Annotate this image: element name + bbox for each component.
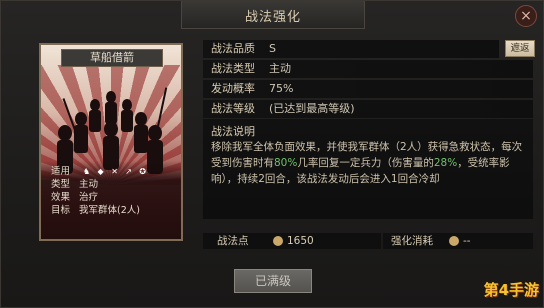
heal-ratio-value: 28% xyxy=(433,157,458,169)
description-box: 战法说明 移除我军全体负面效果，并使我军群体（2人）获得急救状态，每次受到伤害时… xyxy=(203,119,533,219)
watermark-logo: 第4手游 xyxy=(483,281,539,299)
shield-icon: ◆ xyxy=(97,167,104,176)
tactic-type-label: 战法类型 xyxy=(211,62,255,75)
tactic-type-value: 主动 xyxy=(269,62,291,75)
toggle-button[interactable]: 遮返 xyxy=(505,40,535,57)
trigger-chance-row: 发动概率 75% xyxy=(203,80,533,98)
tactic-level-label: 战法等级 xyxy=(211,102,255,115)
card-applies-row: 适用 ♞ ◆ ✕ ↗ ✪ xyxy=(51,163,149,177)
card-info-panel: 适用 ♞ ◆ ✕ ↗ ✪ 类型 主动 效果 治疗 目标 我军群体(2人) xyxy=(41,161,181,239)
tactic-type-row: 战法类型 主动 xyxy=(203,60,533,78)
quality-row: 战法品质 S xyxy=(203,40,499,58)
cavalry-icon: ♞ xyxy=(82,167,91,176)
maxed-level-button[interactable]: 已满级 xyxy=(234,269,312,293)
upgrade-cost-label: 强化消耗 xyxy=(391,235,433,247)
title-bar: 战法强化 xyxy=(181,1,365,29)
applies-label: 适用 xyxy=(51,166,71,177)
description-text: 移除我军全体负面效果，并使我军群体（2人）获得急救状态，每次受到伤害时有80%几… xyxy=(211,139,527,187)
tactic-points-value: 1650 xyxy=(287,235,314,247)
spear-icon: ↗ xyxy=(125,167,132,176)
card-target-row: 目标 我军群体(2人) xyxy=(51,202,140,216)
tactic-level-row: 战法等级 (已达到最高等级) xyxy=(203,100,533,118)
description-part-2: 几率回复一定兵力（伤害量的 xyxy=(297,157,434,169)
card-title: 草船借箭 xyxy=(61,49,163,67)
quality-label: 战法品质 xyxy=(211,42,255,55)
crossbow-icon: ✕ xyxy=(111,167,118,176)
coin-icon xyxy=(449,236,459,246)
window-title: 战法强化 xyxy=(244,10,301,25)
description-title: 战法说明 xyxy=(211,125,255,138)
coin-icon xyxy=(273,236,283,246)
tactic-upgrade-panel: 战法强化 × 草船借箭 适用 ♞ ◆ ✕ ↗ ✪ 类型 主动 效果 治疗 目标 … xyxy=(0,0,544,308)
tactic-points-row: 战法点 1650 xyxy=(203,233,381,249)
card-effect-row: 效果 治疗 xyxy=(51,189,98,203)
quality-value: S xyxy=(269,42,276,55)
target-value: 我军群体(2人) xyxy=(79,205,140,216)
target-label: 目标 xyxy=(51,205,71,216)
trigger-chance-label: 发动概率 xyxy=(211,82,255,95)
card-type-row: 类型 主动 xyxy=(51,176,98,190)
wheel-icon: ✪ xyxy=(139,167,146,176)
effect-label: 效果 xyxy=(51,192,71,203)
tactic-points-label: 战法点 xyxy=(217,235,249,247)
type-label: 类型 xyxy=(51,179,71,190)
heal-chance-value: 80% xyxy=(274,157,298,169)
upgrade-cost-row: 强化消耗 -- xyxy=(383,233,533,249)
tactic-card: 草船借箭 适用 ♞ ◆ ✕ ↗ ✪ 类型 主动 效果 治疗 目标 我军群体(2人) xyxy=(39,43,183,241)
upgrade-cost-value: -- xyxy=(463,235,471,247)
close-button[interactable]: × xyxy=(515,5,537,27)
trigger-chance-value: 75% xyxy=(269,82,294,95)
tactic-level-value: (已达到最高等级) xyxy=(269,102,355,115)
